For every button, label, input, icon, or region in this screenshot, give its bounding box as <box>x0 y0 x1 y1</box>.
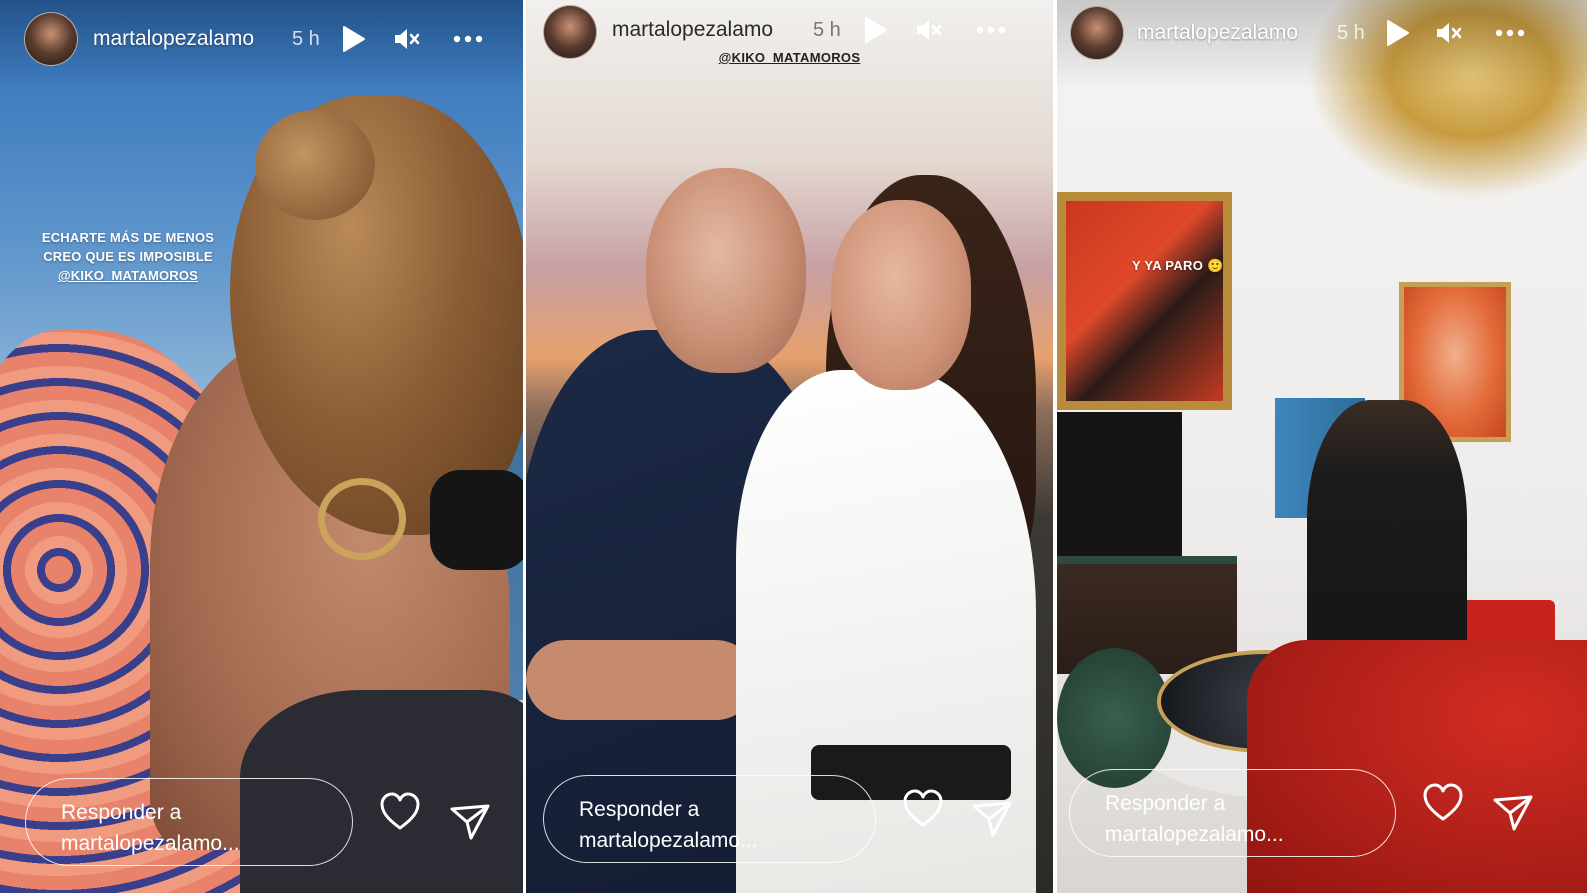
avatar[interactable] <box>543 5 597 59</box>
story-1-caption: ECHARTE MÁS DE MENOS CREO QUE ES IMPOSIB… <box>28 228 228 285</box>
story-1-header: martalopezalamo 5 h <box>0 11 523 67</box>
sunglasses <box>430 470 523 570</box>
reply-input[interactable]: Responder a martalopezalamo... <box>1069 769 1396 857</box>
story-3-header: martalopezalamo 5 h <box>1057 5 1587 61</box>
reply-placeholder-line-1: Responder a <box>579 798 700 821</box>
reply-placeholder-line-2: martalopezalamo... <box>61 832 240 855</box>
heart-icon[interactable] <box>378 790 422 834</box>
heart-icon[interactable] <box>901 787 945 831</box>
send-icon[interactable] <box>1491 791 1535 835</box>
story-panel-3[interactable]: Y YA PARO 🙂 martalopezalamo 5 h Responde… <box>1057 0 1587 893</box>
username[interactable]: martalopezalamo <box>612 18 773 42</box>
story-1-photo <box>0 0 523 893</box>
speaker-muted-icon[interactable] <box>914 15 944 45</box>
story-panel-2[interactable]: @KIKO_MATAMOROS martalopezalamo 5 h Resp… <box>526 0 1053 893</box>
more-options-icon[interactable] <box>976 15 1006 45</box>
timestamp: 5 h <box>813 19 841 41</box>
avatar[interactable] <box>24 12 78 66</box>
caption-line-1: ECHARTE MÁS DE MENOS <box>41 230 215 245</box>
reply-placeholder-line-1: Responder a <box>1105 792 1226 815</box>
more-options-icon[interactable] <box>1495 18 1525 48</box>
caption-line-2: CREO QUE ES IMPOSIBLE <box>43 249 213 264</box>
story-2-photo <box>526 0 1053 893</box>
speaker-muted-icon[interactable] <box>1434 18 1464 48</box>
mention-link[interactable]: @KIKO_MATAMOROS <box>28 266 228 285</box>
more-options-icon[interactable] <box>453 24 483 54</box>
send-icon[interactable] <box>970 797 1014 841</box>
username[interactable]: martalopezalamo <box>1137 21 1298 45</box>
reply-placeholder-line-2: martalopezalamo... <box>579 829 758 852</box>
earring <box>318 478 406 560</box>
heart-icon[interactable] <box>1421 781 1465 825</box>
story-2-header: martalopezalamo 5 h <box>526 4 1053 60</box>
play-icon[interactable] <box>1382 18 1412 48</box>
reply-input[interactable]: Responder a martalopezalamo... <box>25 778 353 866</box>
reply-placeholder-line-1: Responder a <box>61 801 182 824</box>
send-icon[interactable] <box>448 800 492 844</box>
avatar[interactable] <box>1070 6 1124 60</box>
play-icon[interactable] <box>860 15 890 45</box>
story-3-photo <box>1057 0 1587 893</box>
person-1 <box>646 168 806 373</box>
play-icon[interactable] <box>338 24 368 54</box>
timestamp: 5 h <box>1337 22 1365 44</box>
person-2 <box>831 200 971 390</box>
timestamp: 5 h <box>292 28 320 50</box>
story-panel-1[interactable]: ECHARTE MÁS DE MENOS CREO QUE ES IMPOSIB… <box>0 0 523 893</box>
speaker-muted-icon[interactable] <box>392 24 422 54</box>
reply-input[interactable]: Responder a martalopezalamo... <box>543 775 876 863</box>
story-3-caption: Y YA PARO 🙂 <box>1132 258 1224 273</box>
reply-placeholder-line-2: martalopezalamo... <box>1105 823 1284 846</box>
wall-painting <box>1057 192 1232 410</box>
username[interactable]: martalopezalamo <box>93 27 254 51</box>
